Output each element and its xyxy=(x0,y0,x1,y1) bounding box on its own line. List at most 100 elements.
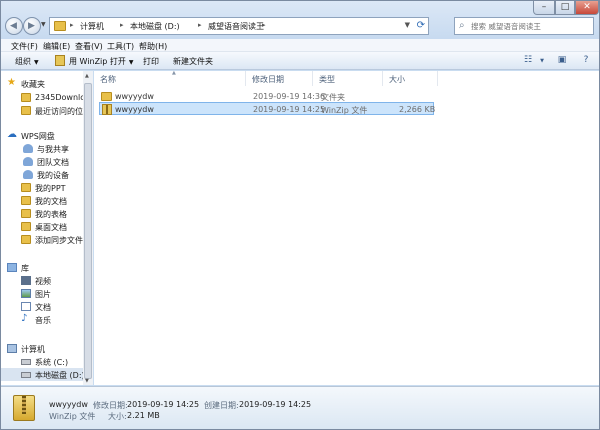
menu-tools[interactable]: 工具(T) xyxy=(107,41,134,52)
file-modified: 2019-09-19 14:36 xyxy=(253,92,326,101)
nav-item-label: 本地磁盘 (D:) xyxy=(35,371,83,380)
cloud-icon: ☁ xyxy=(7,129,17,140)
nav-item-label: 团队文档 xyxy=(37,158,69,167)
organize-button[interactable]: 组织 ▼ xyxy=(15,56,39,67)
nav-item-desktop-docs[interactable]: 桌面文档 xyxy=(1,220,83,233)
column-header-modified[interactable]: 修改日期 xyxy=(246,71,313,86)
minimize-button[interactable]: – xyxy=(533,1,555,15)
file-type: WinZip 文件 xyxy=(321,106,368,115)
explorer-window: ◀ ▶ ▼ ▸ 计算机 ▸ 本地磁盘 (D:) ▸ 威望语音阅读王 ▸ ▼ ⟳ … xyxy=(0,0,600,430)
chevron-right-icon[interactable]: ▸ xyxy=(198,21,202,29)
nav-favorites[interactable]: ★ 收藏夹 xyxy=(1,77,83,90)
menu-file[interactable]: 文件(F) xyxy=(11,41,38,52)
detail-modified-value: 2019-09-19 14:25 xyxy=(127,400,200,409)
nav-item-label: 我的设备 xyxy=(37,171,69,180)
column-header-name-label: 名称 xyxy=(100,75,116,84)
nav-item-label: 最近访问的位置 xyxy=(35,107,83,116)
address-dropdown-icon[interactable]: ▼ xyxy=(405,21,410,29)
nav-item-add-sync-folder[interactable]: 添加同步文件夹 xyxy=(1,233,83,246)
nav-item-my-sheets[interactable]: 我的表格 xyxy=(1,207,83,220)
chevron-right-icon[interactable]: ▸ xyxy=(262,21,266,29)
nav-item-local-disk-d[interactable]: 本地磁盘 (D:) xyxy=(1,368,83,381)
file-list: 名称 ▲ 修改日期 类型 大小 wwyyydw 2019-09-19 14:36… xyxy=(94,70,599,385)
menu-bar: 文件(F) 编辑(E) 查看(V) 工具(T) 帮助(H) xyxy=(1,39,599,52)
folder-icon xyxy=(101,92,112,101)
close-button[interactable]: ✕ xyxy=(575,1,599,15)
refresh-icon[interactable]: ⟳ xyxy=(417,20,425,31)
detail-created-label: 创建日期: xyxy=(204,401,239,410)
winzip-icon xyxy=(55,55,65,66)
chevron-right-icon[interactable]: ▸ xyxy=(120,21,124,29)
help-icon[interactable]: ? xyxy=(579,55,593,67)
open-with-winzip-button[interactable]: 用 WinZip 打开 ▼ xyxy=(69,56,134,67)
new-folder-button[interactable]: 新建文件夹 xyxy=(173,56,213,67)
nav-item-label: 图片 xyxy=(35,290,51,299)
print-button[interactable]: 打印 xyxy=(143,56,159,67)
folder-icon xyxy=(21,209,31,218)
nav-item-system-c[interactable]: 系统 (C:) xyxy=(1,355,83,368)
menu-edit[interactable]: 编辑(E) xyxy=(43,41,70,52)
search-icon: ⌕ xyxy=(459,20,465,31)
document-icon xyxy=(21,302,31,311)
menu-view[interactable]: 查看(V) xyxy=(75,41,103,52)
open-with-label: 用 WinZip 打开 xyxy=(69,57,126,66)
nav-item-videos[interactable]: 视频 xyxy=(1,274,83,287)
breadcrumb-current-folder[interactable]: 威望语音阅读王 xyxy=(208,21,264,32)
chevron-right-icon[interactable]: ▸ xyxy=(70,21,74,29)
search-box[interactable]: ⌕ xyxy=(454,17,594,35)
nav-wps-cloud[interactable]: ☁ WPS网盘 xyxy=(1,129,83,142)
file-name: wwyyydw xyxy=(115,105,154,114)
team-icon xyxy=(23,157,33,166)
folder-icon xyxy=(21,183,31,192)
nav-item-label: 桌面文档 xyxy=(35,223,67,232)
back-button[interactable]: ◀ xyxy=(5,17,23,35)
forward-button[interactable]: ▶ xyxy=(23,17,41,35)
nav-item-recent-places[interactable]: 最近访问的位置 xyxy=(1,104,83,117)
scroll-up-icon[interactable]: ▲ xyxy=(85,73,89,79)
scroll-down-icon[interactable]: ▼ xyxy=(85,378,89,384)
detail-modified-label: 修改日期: xyxy=(93,401,128,410)
column-header-size[interactable]: 大小 xyxy=(383,71,438,86)
nav-item-my-ppt[interactable]: 我的PPT xyxy=(1,181,83,194)
forward-arrow-icon: ▶ xyxy=(28,21,35,31)
folder-icon xyxy=(21,235,31,244)
nav-item-label: 系统 (C:) xyxy=(35,358,69,367)
column-header-type[interactable]: 类型 xyxy=(313,71,383,86)
nav-item-music[interactable]: ♪ 音乐 xyxy=(1,313,83,326)
breadcrumb-local-disk-d[interactable]: 本地磁盘 (D:) xyxy=(130,21,180,32)
recent-pages-dropdown-icon[interactable]: ▼ xyxy=(41,21,46,28)
search-input[interactable] xyxy=(471,20,591,32)
nav-item-2345downloads[interactable]: 2345Downloads xyxy=(1,91,83,104)
nav-wps-label: WPS网盘 xyxy=(21,132,55,141)
nav-item-pictures[interactable]: 图片 xyxy=(1,287,83,300)
breadcrumb-computer[interactable]: 计算机 xyxy=(80,21,104,32)
folder-icon xyxy=(21,222,31,231)
folder-icon xyxy=(21,93,31,102)
drive-icon xyxy=(21,359,31,365)
nav-item-documents[interactable]: 文档 xyxy=(1,300,83,313)
address-bar[interactable]: ▸ 计算机 ▸ 本地磁盘 (D:) ▸ 威望语音阅读王 ▸ ▼ ⟳ xyxy=(49,17,429,35)
nav-item-label: 添加同步文件夹 xyxy=(35,236,83,245)
nav-item-shared-with-me[interactable]: 与我共享 xyxy=(1,142,83,155)
maximize-button[interactable]: □ xyxy=(555,1,575,15)
column-header-name[interactable]: 名称 ▲ xyxy=(94,70,246,86)
nav-computer[interactable]: 计算机 xyxy=(1,342,83,355)
picture-icon xyxy=(21,289,31,298)
nav-scroll-thumb[interactable] xyxy=(84,83,92,379)
detail-file-name: wwyyydw xyxy=(49,400,88,409)
nav-item-team-docs[interactable]: 团队文档 xyxy=(1,155,83,168)
menu-help[interactable]: 帮助(H) xyxy=(139,41,167,52)
view-options-icon[interactable]: ☷ xyxy=(521,55,535,67)
winzip-file-icon xyxy=(13,395,35,421)
drive-icon xyxy=(21,372,31,378)
nav-scrollbar[interactable]: ▲ ▼ xyxy=(83,71,93,385)
nav-item-my-documents[interactable]: 我的文档 xyxy=(1,194,83,207)
file-row[interactable]: wwyyydw 2019-09-19 14:25 WinZip 文件 2,266… xyxy=(99,102,435,115)
music-icon: ♪ xyxy=(21,313,28,324)
detail-file-type: WinZip 文件 xyxy=(49,412,96,421)
nav-item-label: 我的表格 xyxy=(35,210,67,219)
preview-pane-icon[interactable]: ▣ xyxy=(555,55,569,67)
nav-item-my-devices[interactable]: 我的设备 xyxy=(1,168,83,181)
nav-libraries[interactable]: 库 xyxy=(1,261,83,274)
chevron-down-icon[interactable]: ▼ xyxy=(535,58,549,70)
